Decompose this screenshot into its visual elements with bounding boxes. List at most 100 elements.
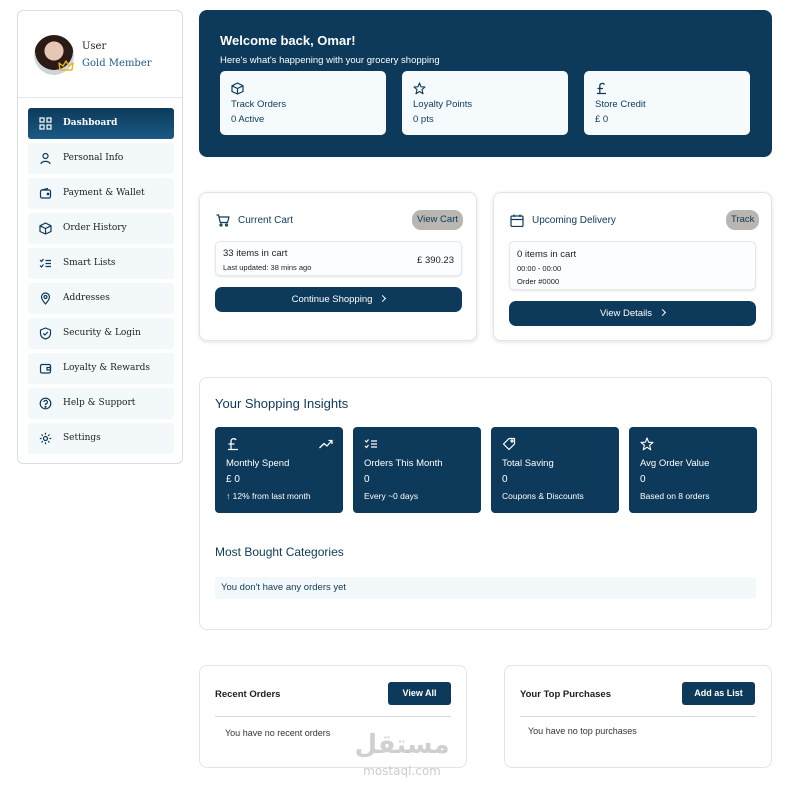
top-purchases-empty-message: You have no top purchases bbox=[528, 726, 637, 736]
shopping-insights-panel: Your Shopping Insights Monthly Spend £ 0… bbox=[199, 377, 772, 630]
total-saving-card[interactable]: Total Saving 0 Coupons & Discounts bbox=[491, 427, 619, 513]
calendar-icon bbox=[510, 214, 524, 227]
stat-value: 0 Active bbox=[231, 114, 265, 125]
sidebar-item-loyalty-rewards[interactable]: Loyalty & Rewards bbox=[28, 353, 174, 384]
delivery-summary: 0 items in cart 00:00 - 00:00 Order #000… bbox=[509, 241, 756, 290]
insight-title: Monthly Spend bbox=[226, 458, 290, 469]
sidebar-item-label: Smart Lists bbox=[63, 258, 116, 268]
sidebar-item-addresses[interactable]: Addresses bbox=[28, 283, 174, 314]
user-profile[interactable]: User Gold Member bbox=[18, 11, 182, 98]
insight-value: 0 bbox=[640, 474, 646, 485]
help-icon bbox=[39, 397, 52, 410]
delivery-items: 0 items in cart bbox=[517, 249, 577, 260]
insight-title: Avg Order Value bbox=[640, 458, 710, 469]
view-all-button[interactable]: View All bbox=[388, 682, 451, 705]
monthly-spend-card[interactable]: Monthly Spend £ 0 ↑ 12% from last month bbox=[215, 427, 343, 513]
cart-summary: 33 items in cart Last updated: 38 mins a… bbox=[215, 241, 462, 276]
tag-icon bbox=[502, 437, 516, 451]
insight-note: Based on 8 orders bbox=[640, 491, 710, 501]
track-button[interactable]: Track bbox=[726, 210, 760, 230]
wallet-icon bbox=[39, 187, 52, 199]
checklist-icon bbox=[364, 439, 377, 449]
view-details-label: View Details bbox=[599, 308, 653, 319]
sidebar-nav: Dashboard Personal Info Payment & Wallet… bbox=[28, 108, 174, 458]
crown-icon bbox=[58, 60, 74, 71]
loyalty-points-card[interactable]: Loyalty Points 0 pts bbox=[402, 71, 568, 135]
insight-title: Total Saving bbox=[502, 458, 554, 469]
box-icon bbox=[231, 82, 244, 95]
sidebar-item-dashboard[interactable]: Dashboard bbox=[28, 108, 174, 139]
watermark-latin: mostaql.com bbox=[363, 764, 441, 778]
orders-this-month-card[interactable]: Orders This Month 0 Every ~0 days bbox=[353, 427, 481, 513]
sidebar-item-personal-info[interactable]: Personal Info bbox=[28, 143, 174, 174]
cart-updated: Last updated: 38 mins ago bbox=[223, 263, 312, 272]
cart-title: Current Cart bbox=[238, 215, 294, 226]
cart-total: £ 390.23 bbox=[417, 255, 454, 266]
pound-icon bbox=[228, 438, 238, 451]
sidebar: User Gold Member Dashboard Personal Info… bbox=[17, 10, 183, 464]
categories-title: Most Bought Categories bbox=[215, 545, 344, 559]
upcoming-delivery-panel: Upcoming Delivery Track 0 items in cart … bbox=[493, 192, 772, 341]
sidebar-item-settings[interactable]: Settings bbox=[28, 423, 174, 454]
welcome-subtitle: Here's what's happening with your grocer… bbox=[220, 55, 440, 66]
continue-shopping-button[interactable]: Continue Shopping bbox=[215, 287, 462, 312]
sidebar-item-order-history[interactable]: Order History bbox=[28, 213, 174, 244]
card-icon bbox=[39, 363, 52, 374]
pound-icon bbox=[597, 82, 606, 95]
insight-note: ↑ 12% from last month bbox=[226, 491, 311, 501]
grid-icon bbox=[39, 117, 52, 130]
stat-title: Loyalty Points bbox=[413, 99, 473, 110]
avg-order-value-card[interactable]: Avg Order Value 0 Based on 8 orders bbox=[629, 427, 757, 513]
top-purchases-panel: Your Top Purchases Add as List You have … bbox=[504, 665, 772, 768]
insight-title: Orders This Month bbox=[364, 458, 443, 469]
location-pin-icon bbox=[40, 292, 51, 305]
view-cart-button[interactable]: View Cart bbox=[412, 210, 464, 230]
top-purchases-title: Your Top Purchases bbox=[520, 689, 611, 700]
sidebar-item-help-support[interactable]: Help & Support bbox=[28, 388, 174, 419]
trending-up-icon bbox=[319, 439, 333, 449]
insights-title: Your Shopping Insights bbox=[215, 396, 349, 411]
continue-shopping-label: Continue Shopping bbox=[291, 294, 373, 305]
stat-title: Store Credit bbox=[595, 99, 646, 110]
stat-title: Track Orders bbox=[231, 99, 287, 110]
categories-empty-message: You don't have any orders yet bbox=[215, 577, 756, 599]
star-icon bbox=[640, 437, 654, 451]
user-icon bbox=[40, 152, 51, 165]
stat-value: 0 pts bbox=[413, 114, 434, 125]
delivery-time: 00:00 - 00:00 bbox=[517, 264, 562, 273]
add-as-list-button[interactable]: Add as List bbox=[682, 682, 755, 705]
chevron-right-icon bbox=[379, 294, 387, 303]
shield-icon bbox=[39, 327, 52, 340]
chevron-right-icon bbox=[659, 308, 667, 317]
insight-value: £ 0 bbox=[226, 474, 240, 485]
sidebar-item-label: Settings bbox=[63, 433, 101, 443]
delivery-title: Upcoming Delivery bbox=[532, 215, 616, 226]
sidebar-item-smart-lists[interactable]: Smart Lists bbox=[28, 248, 174, 279]
gear-icon bbox=[39, 432, 52, 445]
recent-orders-empty-message: You have no recent orders bbox=[225, 728, 331, 738]
user-tier: Gold Member bbox=[82, 58, 152, 69]
cart-items: 33 items in cart bbox=[223, 248, 288, 259]
sidebar-item-label: Addresses bbox=[63, 293, 110, 303]
checklist-icon bbox=[39, 258, 51, 268]
track-orders-card[interactable]: Track Orders 0 Active bbox=[220, 71, 386, 135]
recent-orders-title: Recent Orders bbox=[215, 689, 281, 700]
view-details-button[interactable]: View Details bbox=[509, 301, 756, 326]
sidebar-item-payment-wallet[interactable]: Payment & Wallet bbox=[28, 178, 174, 209]
star-icon bbox=[413, 82, 426, 95]
stat-value: £ 0 bbox=[595, 114, 609, 125]
insight-value: 0 bbox=[502, 474, 508, 485]
user-name: User bbox=[82, 41, 107, 52]
sidebar-item-label: Order History bbox=[63, 223, 127, 233]
welcome-banner: Welcome back, Omar! Here's what's happen… bbox=[199, 10, 772, 157]
sidebar-item-label: Loyalty & Rewards bbox=[63, 363, 151, 373]
sidebar-item-label: Help & Support bbox=[63, 398, 136, 408]
sidebar-item-label: Dashboard bbox=[63, 118, 118, 128]
box-icon bbox=[39, 222, 52, 235]
insight-value: 0 bbox=[364, 474, 370, 485]
delivery-order-number: Order #0000 bbox=[517, 277, 560, 286]
sidebar-item-security-login[interactable]: Security & Login bbox=[28, 318, 174, 349]
sidebar-item-label: Payment & Wallet bbox=[63, 188, 145, 198]
sidebar-item-label: Personal Info bbox=[63, 153, 124, 163]
store-credit-card[interactable]: Store Credit £ 0 bbox=[584, 71, 750, 135]
